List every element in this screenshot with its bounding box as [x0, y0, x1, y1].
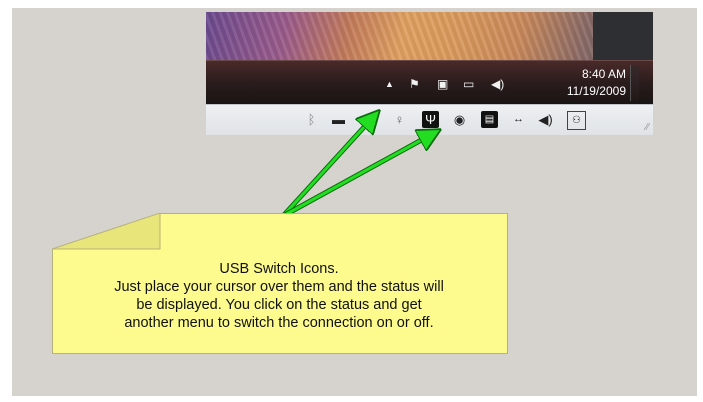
callout-line-4: another menu to switch the connection on… [124, 315, 434, 331]
callout-line-3: be displayed. You click on the status an… [136, 297, 422, 313]
callout-folded-corner [52, 213, 161, 250]
callout-text: USB Switch Icons. Just place your cursor… [52, 260, 506, 332]
arrow-to-usb-device [282, 132, 436, 218]
arrow-to-usb-trident [281, 114, 376, 218]
callout-line-1: USB Switch Icons. [219, 261, 339, 277]
callout-line-2: Just place your cursor over them and the… [114, 279, 444, 295]
